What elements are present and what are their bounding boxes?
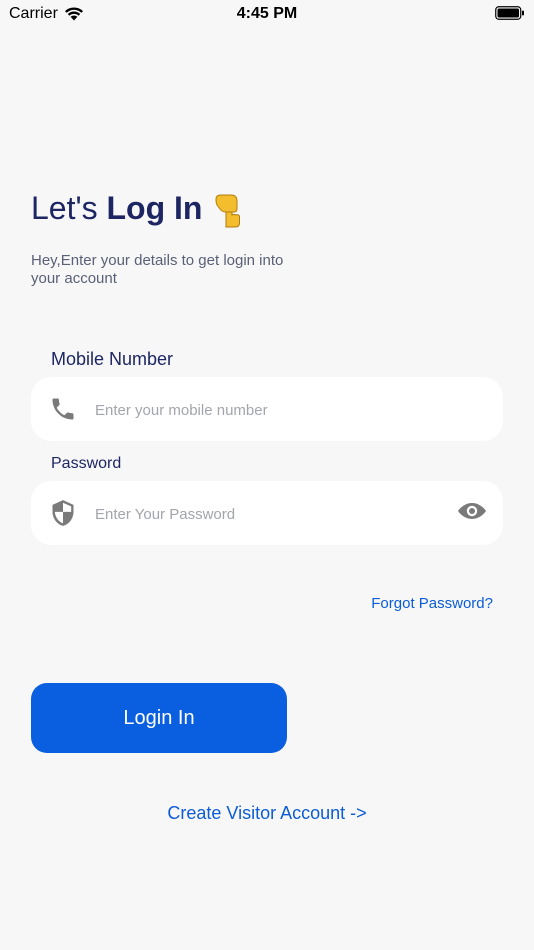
title-bold: Log In <box>106 190 203 226</box>
page-title: Let's Log In <box>31 190 202 227</box>
subtitle: Hey,Enter your details to get login into… <box>31 252 284 287</box>
forgot-password-link[interactable]: Forgot Password? <box>371 595 493 612</box>
battery-icon <box>495 6 524 20</box>
password-field[interactable] <box>31 481 503 547</box>
mobile-number-field[interactable] <box>31 377 503 443</box>
mobile-number-input[interactable] <box>93 377 437 443</box>
status-bar: Carrier 4:45 PM <box>0 0 534 28</box>
shield-icon <box>52 500 74 526</box>
password-label: Password <box>51 455 122 472</box>
status-time: 4:45 PM <box>236 5 298 22</box>
title-prefix: Let's <box>31 190 107 226</box>
phone-icon <box>52 398 74 420</box>
create-visitor-account-link[interactable]: Create Visitor Account -> <box>0 803 534 824</box>
eye-icon[interactable] <box>457 499 487 523</box>
login-button[interactable]: Login In <box>31 683 287 753</box>
password-input[interactable] <box>93 481 437 547</box>
mobile-number-label: Mobile Number <box>51 349 174 369</box>
pointing-hand-icon <box>215 194 240 228</box>
